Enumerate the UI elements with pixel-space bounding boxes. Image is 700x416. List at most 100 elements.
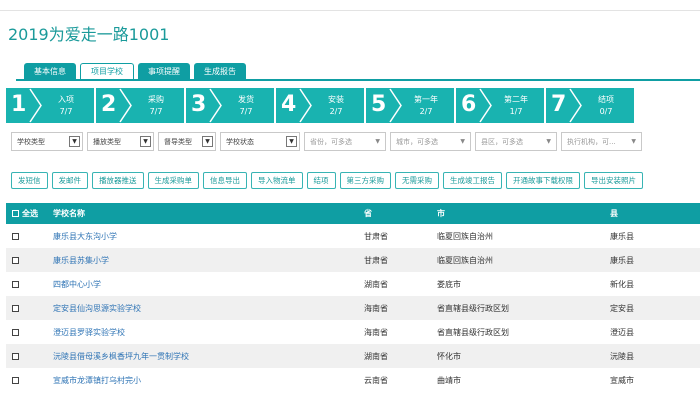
generate-purchase-order-button[interactable]: 生成采购单 [147, 172, 199, 189]
select-placeholder: 城市，可多选 [396, 137, 438, 146]
province-cell: 甘肃省 [364, 231, 388, 241]
school-name-link[interactable]: 沅陵县借母溪乡枫香坪九年一贯制学校 [53, 344, 189, 368]
city-cell: 怀化市 [437, 351, 461, 361]
city-cell: 省直辖县级行政区划 [437, 303, 509, 313]
select-placeholder: 省份，可多选 [310, 137, 352, 146]
step-number: 1 [11, 92, 27, 117]
step-install[interactable]: 4 安装 2/7 [276, 88, 364, 123]
select-all-label: 全选 [22, 209, 38, 218]
school-status-select[interactable]: 学校状态 ▼ [220, 132, 300, 151]
county-cell: 康乐县 [610, 231, 634, 241]
select-value: 督导类型 [164, 137, 192, 146]
table-row: 沅陵县借母溪乡枫香坪九年一贯制学校 湖南省 怀化市 沅陵县 [6, 344, 700, 368]
step-number: 6 [461, 92, 477, 117]
tab-reminders[interactable]: 事项提醒 [138, 63, 190, 80]
select-value: 学校状态 [226, 137, 254, 146]
close-project-button[interactable]: 结项 [306, 172, 336, 189]
step-count: 1/7 [509, 107, 523, 116]
step-purchase[interactable]: 2 采购 7/7 [96, 88, 184, 123]
row-checkbox[interactable] [12, 280, 19, 288]
player-push-button[interactable]: 播放器推送 [92, 172, 144, 189]
county-cell: 新化县 [610, 279, 634, 289]
col-school-name: 学校名称 [53, 209, 85, 218]
city-cell: 临夏回族自治州 [437, 255, 493, 265]
step-label: 第一年 [414, 95, 438, 104]
table-row: 澄迈县罗驿实验学校 海南省 省直辖县级行政区划 澄迈县 [6, 320, 700, 344]
agency-multiselect[interactable]: 执行机构，可... ▼ [561, 132, 642, 151]
third-party-purchase-button[interactable]: 第三方采购 [339, 172, 391, 189]
row-checkbox[interactable] [12, 232, 19, 240]
school-name-link[interactable]: 定安县仙沟思源实验学校 [53, 296, 141, 320]
col-province: 省 [364, 209, 372, 218]
tab-generate-report[interactable]: 生成报告 [194, 63, 246, 80]
step-ship[interactable]: 3 发货 7/7 [186, 88, 274, 123]
county-multiselect[interactable]: 县区，可多选 ▼ [475, 132, 557, 151]
table-row: 四都中心小学 湖南省 娄底市 新化县 [6, 272, 700, 296]
step-enroll[interactable]: 1 入项 7/7 [6, 88, 94, 123]
school-name-link[interactable]: 澄迈县罗驿实验学校 [53, 320, 125, 344]
step-number: 7 [551, 92, 567, 117]
school-type-select[interactable]: 学校类型 ▼ [11, 132, 83, 151]
table-row: 定安县仙沟思源实验学校 海南省 省直辖县级行政区划 定安县 [6, 296, 700, 320]
step-label: 采购 [148, 95, 164, 104]
play-type-select[interactable]: 播放类型 ▼ [87, 132, 154, 151]
county-cell: 宣威市 [610, 375, 634, 385]
row-checkbox[interactable] [12, 304, 19, 312]
export-info-button[interactable]: 信息导出 [203, 172, 247, 189]
row-checkbox[interactable] [12, 256, 19, 264]
import-logistics-button[interactable]: 导入物流单 [251, 172, 303, 189]
caret-down-icon: ▼ [546, 138, 551, 145]
step-label: 结项 [598, 95, 614, 104]
table-row: 康乐县大东沟小学 甘肃省 临夏回族自治州 康乐县 [6, 224, 700, 248]
enable-story-download-button[interactable]: 开通故事下载权限 [506, 172, 580, 189]
step-count: 7/7 [149, 107, 163, 116]
school-name-link[interactable]: 康乐县大东沟小学 [53, 224, 117, 248]
col-county: 县 [610, 209, 618, 218]
caret-down-icon: ▼ [375, 138, 380, 145]
page-title: 2019为爱走一路1001 [8, 25, 170, 44]
city-cell: 曲靖市 [437, 375, 461, 385]
province-cell: 海南省 [364, 327, 388, 337]
generate-completion-report-button[interactable]: 生成竣工报告 [443, 172, 502, 189]
select-all[interactable]: 全选 [12, 203, 38, 224]
province-multiselect[interactable]: 省份，可多选 ▼ [304, 132, 386, 151]
supervision-type-select[interactable]: 督导类型 ▼ [158, 132, 216, 151]
no-purchase-button[interactable]: 无需采购 [395, 172, 439, 189]
row-checkbox[interactable] [12, 328, 19, 336]
step-year-two[interactable]: 6 第二年 1/7 [456, 88, 544, 123]
table-row: 康乐县苏集小学 甘肃省 临夏回族自治州 康乐县 [6, 248, 700, 272]
step-year-one[interactable]: 5 第一年 2/7 [366, 88, 454, 123]
step-number: 4 [281, 92, 297, 117]
action-toolbar: 发短信 发邮件 播放器推送 生成采购单 信息导出 导入物流单 结项 第三方采购 … [11, 172, 643, 189]
county-cell: 定安县 [610, 303, 634, 313]
county-cell: 澄迈县 [610, 327, 634, 337]
chevron-down-icon: ▼ [286, 136, 297, 147]
city-cell: 娄底市 [437, 279, 461, 289]
province-cell: 甘肃省 [364, 255, 388, 265]
select-placeholder: 县区，可多选 [481, 137, 523, 146]
progress-steps: 1 入项 7/7 2 采购 7/7 3 发货 7/7 4 安装 2/7 5 第一… [6, 88, 636, 123]
city-cell: 省直辖县级行政区划 [437, 327, 509, 337]
row-checkbox[interactable] [12, 352, 19, 360]
send-email-button[interactable]: 发邮件 [51, 172, 88, 189]
caret-down-icon: ▼ [460, 138, 465, 145]
tab-project-schools[interactable]: 项目学校 [80, 63, 134, 80]
caret-down-icon: ▼ [631, 138, 636, 145]
school-name-link[interactable]: 宣威市龙潭镇打乌村完小 [53, 368, 141, 392]
row-checkbox[interactable] [12, 376, 19, 384]
select-placeholder: 执行机构，可... [567, 137, 616, 146]
school-name-link[interactable]: 康乐县苏集小学 [53, 248, 109, 272]
chevron-down-icon: ▼ [202, 136, 213, 147]
city-multiselect[interactable]: 城市，可多选 ▼ [390, 132, 471, 151]
export-install-photos-button[interactable]: 导出安装照片 [584, 172, 643, 189]
school-name-link[interactable]: 四都中心小学 [53, 272, 101, 296]
step-count: 2/7 [329, 107, 343, 116]
step-count: 7/7 [59, 107, 73, 116]
send-sms-button[interactable]: 发短信 [11, 172, 48, 189]
step-label: 入项 [58, 95, 74, 104]
tab-basic-info[interactable]: 基本信息 [24, 63, 76, 80]
step-label: 发货 [238, 95, 254, 104]
province-cell: 湖南省 [364, 351, 388, 361]
step-close[interactable]: 7 结项 0/7 [546, 88, 634, 123]
tab-underline [16, 79, 700, 81]
